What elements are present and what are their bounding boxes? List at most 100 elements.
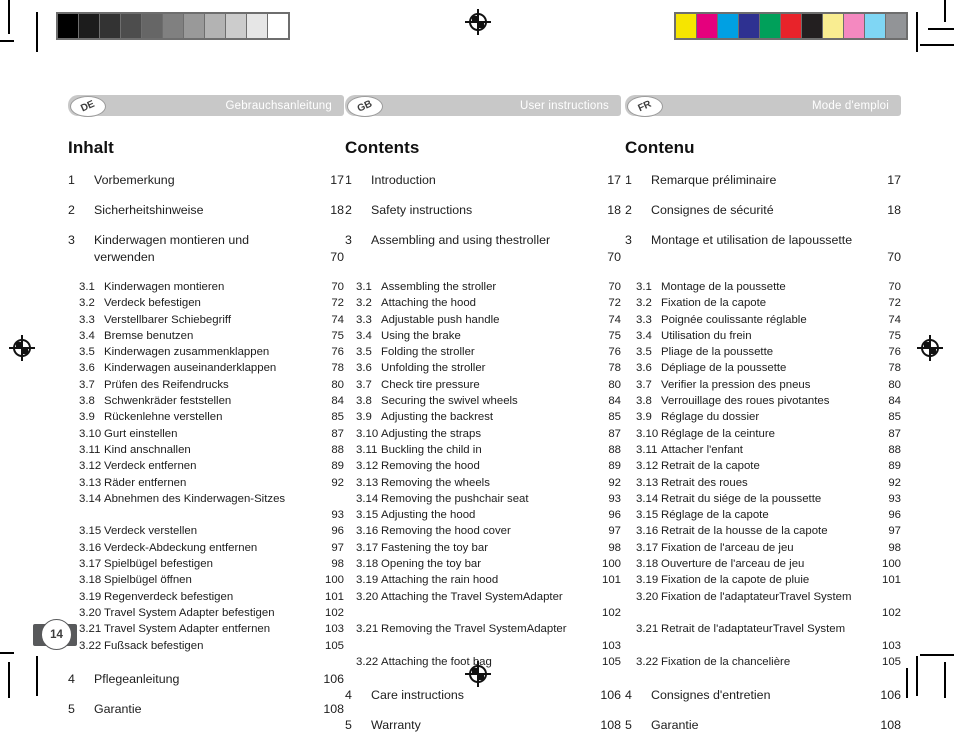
toc-entry[interactable]: 1 Vorbemerkung 17 [68, 172, 344, 189]
toc-entry[interactable]: 3 Kinderwagen montieren und verwenden 70 [68, 232, 344, 266]
toc-entry[interactable]: 3.16 Verdeck-Abdeckung entfernen 97 [68, 540, 344, 556]
language-badge-gb: GB [347, 96, 383, 117]
toc-entry-title: Montage et utilisation de lapoussette [651, 232, 875, 249]
calibration-swatch [58, 14, 78, 38]
toc-entry[interactable]: 3.2 Fixation de la capote 72 [625, 295, 901, 311]
toc-entry[interactable]: 3.17 Fixation de l'arceau de jeu 98 [625, 540, 901, 556]
toc-entry-title: Réglage de la capote [661, 509, 769, 522]
toc-entry[interactable]: 3.19 Fixation de la capote de pluie 101 [625, 572, 901, 588]
calibration-swatch [781, 14, 801, 38]
toc-entry[interactable]: 3.8 Schwenkräder feststellen 84 [68, 393, 344, 409]
toc-entry[interactable]: 3 Assembling and using thestroller 70 [345, 232, 621, 266]
toc-entry[interactable]: 3 Montage et utilisation de lapoussette 7… [625, 232, 901, 266]
toc-entry[interactable]: 3.1 Kinderwagen montieren 70 [68, 279, 344, 295]
toc-entry[interactable]: 3.16 Removing the hood cover 97 [345, 523, 621, 539]
toc-entry-title-line: Retrait de l'adaptateur [661, 623, 773, 636]
toc-entry[interactable]: 3.2 Verdeck befestigen 72 [68, 295, 344, 311]
toc-entry[interactable]: 3.10 Adjusting the straps 87 [345, 426, 621, 442]
toc-entry[interactable]: 3.21 Removing the Travel SystemAdapter 10… [345, 621, 621, 654]
toc-entry[interactable]: 3.4 Utilisation du frein 75 [625, 328, 901, 344]
toc-entry[interactable]: 3.22 Fußsack befestigen 105 [68, 638, 344, 654]
toc-entry[interactable]: 3.20 Travel System Adapter befestigen 102 [68, 605, 344, 621]
toc-entry[interactable]: 3.4 Using the brake 75 [345, 328, 621, 344]
toc-entry[interactable]: 3.6 Kinderwagen auseinanderklappen 78 [68, 360, 344, 376]
toc-entry[interactable]: 3.6 Unfolding the stroller 78 [345, 360, 621, 376]
toc-entry[interactable]: 2 Consignes de sécurité 18 [625, 202, 901, 219]
toc-entry[interactable]: 3.15 Adjusting the hood 96 [345, 507, 621, 523]
toc-entry[interactable]: 3.13 Räder entfernen 92 [68, 475, 344, 491]
toc-entry-page: 106 [880, 688, 901, 703]
toc-entry[interactable]: 3.1 Montage de la poussette 70 [625, 279, 901, 295]
toc-entry-number: 3.12 [636, 460, 659, 473]
toc-entry[interactable]: 3.15 Réglage de la capote 96 [625, 507, 901, 523]
toc-entry[interactable]: 3.18 Ouverture de l'arceau de jeu 100 [625, 556, 901, 572]
toc-entry[interactable]: 5 Garantie 108 [625, 717, 901, 734]
toc-entry[interactable]: 3.11 Attacher l'enfant 88 [625, 442, 901, 458]
toc-entry[interactable]: 3.18 Spielbügel öffnen 100 [68, 572, 344, 588]
toc-entry-title: Travel System Adapter entfernen [104, 623, 271, 636]
toc-entry[interactable]: 4 Consignes d'entretien 106 [625, 687, 901, 704]
toc-entry[interactable]: 3.7 Verifier la pression des pneus 80 [625, 377, 901, 393]
toc-entry[interactable]: 3.19 Attaching the rain hood 101 [345, 572, 621, 588]
toc-entry[interactable]: 3.10 Réglage de la ceinture 87 [625, 426, 901, 442]
toc-entry[interactable]: 4 Care instructions 106 [345, 687, 621, 704]
toc-entry[interactable]: 3.17 Spielbügel befestigen 98 [68, 556, 344, 572]
toc-entry[interactable]: 4 Pflegeanleitung 106 [68, 671, 344, 688]
toc-entry[interactable]: 3.12 Verdeck entfernen 89 [68, 458, 344, 474]
toc-entry[interactable]: 3.7 Check tire pressure 80 [345, 377, 621, 393]
toc-entry[interactable]: 3.15 Verdeck verstellen 96 [68, 523, 344, 539]
toc-entry-page: 78 [888, 362, 901, 375]
toc-entry[interactable]: 3.22 Attaching the foot bag 105 [345, 654, 621, 670]
toc-entry-title: Securing the swivel wheels [381, 395, 518, 408]
toc-entry-number: 2 [625, 203, 632, 217]
toc-entry[interactable]: 3.5 Pliage de la poussette 76 [625, 344, 901, 360]
toc-entry[interactable]: 3.5 Kinderwagen zusammenklappen 76 [68, 344, 344, 360]
toc-entry[interactable]: 3.2 Attaching the hood 72 [345, 295, 621, 311]
toc-entry[interactable]: 3.12 Retrait de la capote 89 [625, 458, 901, 474]
toc-entry[interactable]: 3.19 Regenverdeck befestigen 101 [68, 589, 344, 605]
toc-entry[interactable]: 3.21 Retrait de l'adaptateurTravel System… [625, 621, 901, 654]
toc-entry[interactable]: 3.12 Removing the hood 89 [345, 458, 621, 474]
toc-entry[interactable]: 3.9 Adjusting the backrest 85 [345, 409, 621, 425]
toc-entry[interactable]: 3.14 Removing the pushchair seat 93 [345, 491, 621, 507]
toc-entry[interactable]: 3.14 Abnehmen des Kinderwagen-Sitzes 93 [68, 491, 344, 524]
toc-entry[interactable]: 3.16 Retrait de la housse de la capote 97 [625, 523, 901, 539]
toc-entry[interactable]: 3.21 Travel System Adapter entfernen 103 [68, 621, 344, 637]
toc-entry[interactable]: 3.10 Gurt einstellen 87 [68, 426, 344, 442]
toc-entry[interactable]: 3.13 Retrait des roues 92 [625, 475, 901, 491]
toc-entry[interactable]: 2 Safety instructions 18 [345, 202, 621, 219]
toc-entry[interactable]: 3.11 Kind anschnallen 88 [68, 442, 344, 458]
toc-entry-page: 80 [331, 378, 344, 391]
toc-entry[interactable]: 3.11 Buckling the child in 88 [345, 442, 621, 458]
toc-entry[interactable]: 3.14 Retrait du siége de la poussette 93 [625, 491, 901, 507]
toc-entry[interactable]: 3.13 Removing the wheels 92 [345, 475, 621, 491]
toc-entry-page: 70 [330, 250, 344, 264]
toc-entry[interactable]: 1 Introduction 17 [345, 172, 621, 189]
toc-entry[interactable]: 3.20 Fixation de l'adaptateurTravel Syste… [625, 589, 901, 622]
toc-entry[interactable]: 3.22 Fixation de la chancelière 105 [625, 654, 901, 670]
toc-entry-title: Fixation de la chancelière [661, 655, 791, 668]
toc-entry-title: Safety instructions [371, 203, 473, 217]
toc-entry-title: Kinderwagen auseinanderklappen [104, 362, 277, 375]
toc-entry[interactable]: 3.4 Bremse benutzen 75 [68, 328, 344, 344]
toc-entry-number: 3.10 [636, 427, 659, 440]
toc-entry[interactable]: 5 Warranty 108 [345, 717, 621, 734]
toc-entry[interactable]: 5 Garantie 108 [68, 701, 344, 718]
toc-entry[interactable]: 3.6 Dépliage de la poussette 78 [625, 360, 901, 376]
toc-entry[interactable]: 3.3 Adjustable push handle 74 [345, 312, 621, 328]
toc-entry[interactable]: 3.8 Securing the swivel wheels 84 [345, 393, 621, 409]
toc-entry[interactable]: 3.18 Opening the toy bar 100 [345, 556, 621, 572]
toc-entry[interactable]: 1 Remarque préliminaire 17 [625, 172, 901, 189]
toc-entry[interactable]: 3.8 Verrouillage des roues pivotantes 84 [625, 393, 901, 409]
toc-entry[interactable]: 3.7 Prüfen des Reifendrucks 80 [68, 377, 344, 393]
toc-entry[interactable]: 3.3 Verstellbarer Schiebegriff 74 [68, 312, 344, 328]
toc-entry[interactable]: 3.17 Fastening the toy bar 98 [345, 540, 621, 556]
toc-entry[interactable]: 3.3 Poignée coulissante réglable 74 [625, 312, 901, 328]
toc-entry[interactable]: 3.20 Attaching the Travel SystemAdapter 1… [345, 589, 621, 622]
toc-entry[interactable]: 3.5 Folding the stroller 76 [345, 344, 621, 360]
toc-entry-title: Removing the Travel SystemAdapter [381, 621, 597, 637]
toc-entry[interactable]: 3.9 Réglage du dossier 85 [625, 409, 901, 425]
toc-entry[interactable]: 3.9 Rückenlehne verstellen 85 [68, 409, 344, 425]
toc-entry[interactable]: 3.1 Assembling the stroller 70 [345, 279, 621, 295]
toc-entry[interactable]: 2 Sicherheitshinweise 18 [68, 202, 344, 219]
